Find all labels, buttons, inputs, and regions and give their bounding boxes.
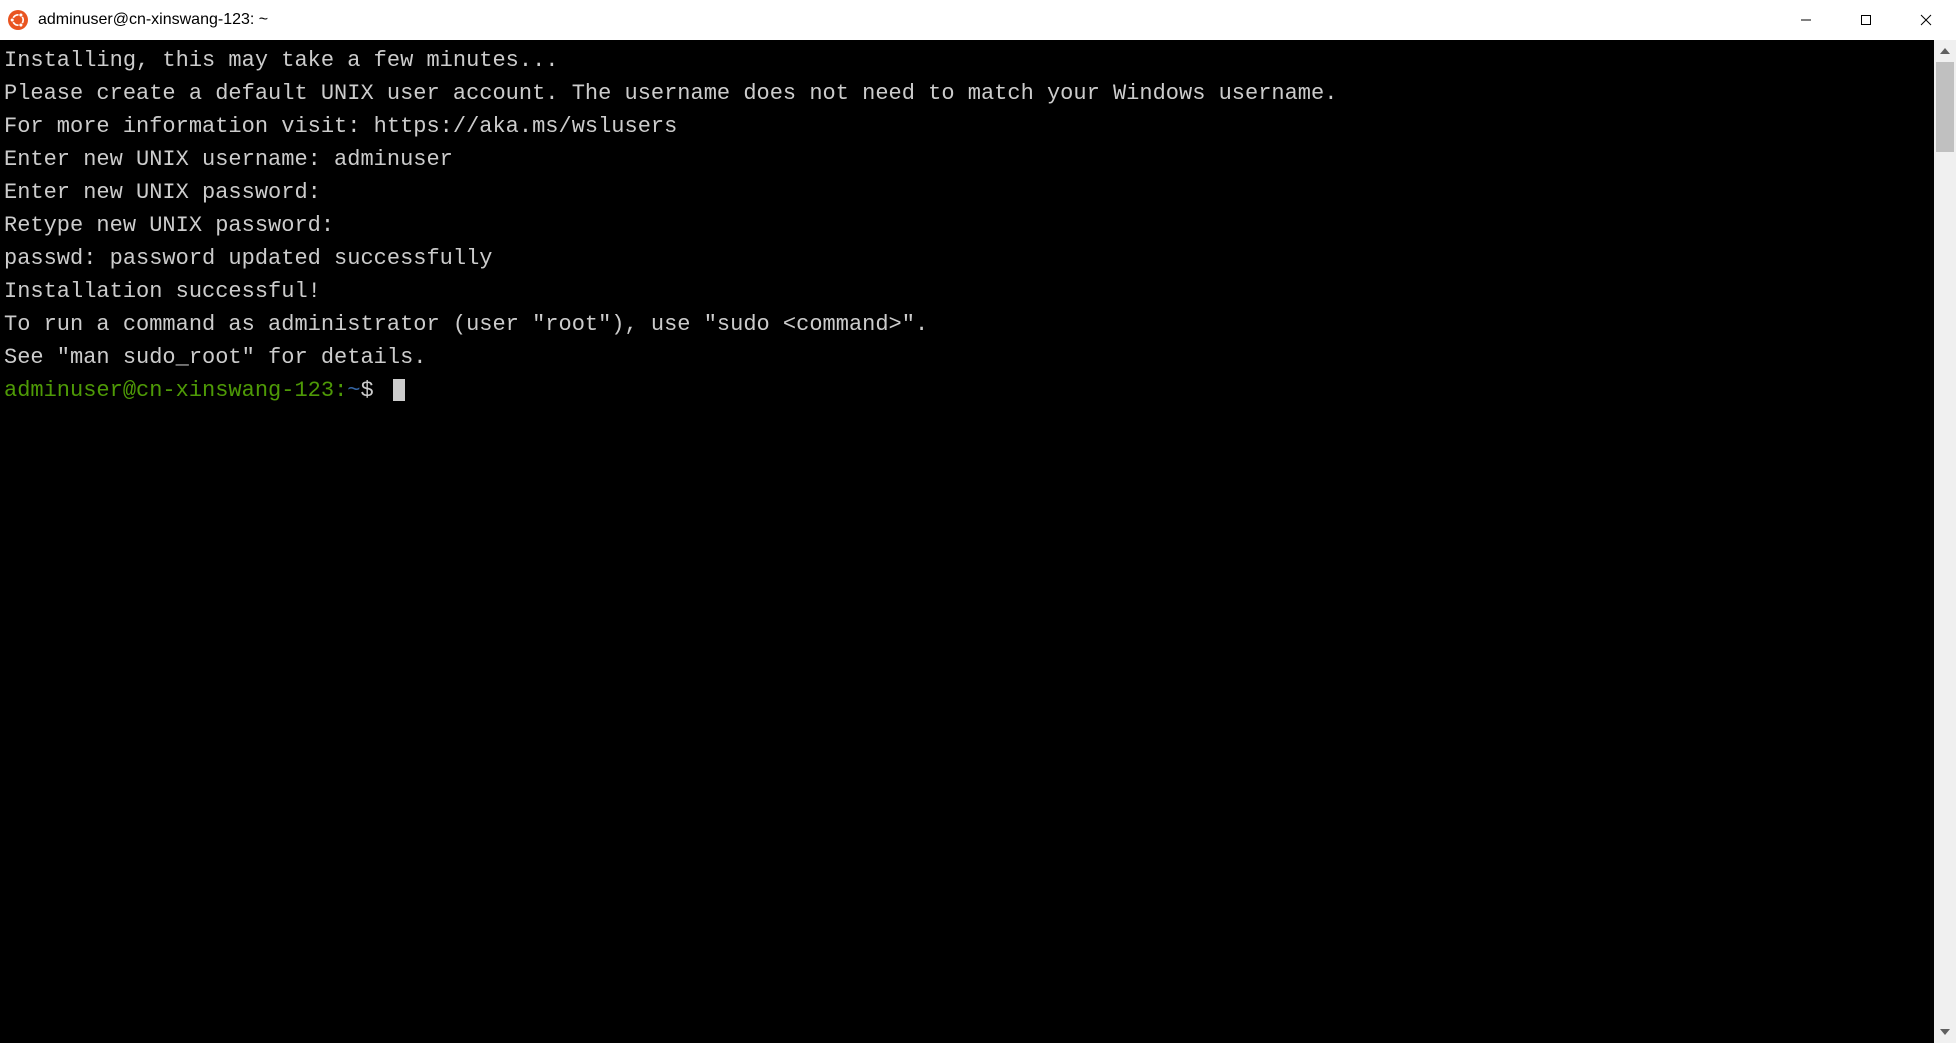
close-button[interactable] bbox=[1896, 0, 1956, 40]
titlebar: adminuser@cn-xinswang-123: ~ bbox=[0, 0, 1956, 40]
terminal-line: Installation successful! bbox=[4, 275, 1930, 308]
scrollbar[interactable] bbox=[1934, 40, 1956, 1043]
terminal-line: To run a command as administrator (user … bbox=[4, 308, 1930, 341]
terminal-wrapper: Installing, this may take a few minutes.… bbox=[0, 40, 1956, 1043]
terminal-line: Retype new UNIX password: bbox=[4, 209, 1930, 242]
terminal[interactable]: Installing, this may take a few minutes.… bbox=[0, 40, 1934, 1043]
terminal-line: Enter new UNIX username: adminuser bbox=[4, 143, 1930, 176]
scroll-track[interactable] bbox=[1934, 62, 1956, 1021]
terminal-line: Enter new UNIX password: bbox=[4, 176, 1930, 209]
terminal-line: For more information visit: https://aka.… bbox=[4, 110, 1930, 143]
terminal-line: See "man sudo_root" for details. bbox=[4, 341, 1930, 374]
terminal-line: passwd: password updated successfully bbox=[4, 242, 1930, 275]
scroll-up-arrow[interactable] bbox=[1934, 40, 1956, 62]
prompt-symbol: $ bbox=[360, 378, 386, 403]
minimize-button[interactable] bbox=[1776, 0, 1836, 40]
scroll-thumb[interactable] bbox=[1936, 62, 1954, 152]
prompt-colon: : bbox=[334, 378, 347, 403]
prompt-path: ~ bbox=[347, 378, 360, 403]
scroll-down-arrow[interactable] bbox=[1934, 1021, 1956, 1043]
terminal-cursor bbox=[393, 379, 405, 401]
window-title: adminuser@cn-xinswang-123: ~ bbox=[38, 11, 1776, 29]
prompt-user-host: adminuser@cn-xinswang-123 bbox=[4, 378, 334, 403]
terminal-prompt: adminuser@cn-xinswang-123:~$ bbox=[4, 374, 1930, 407]
maximize-button[interactable] bbox=[1836, 0, 1896, 40]
terminal-line: Installing, this may take a few minutes.… bbox=[4, 44, 1930, 77]
terminal-line: Please create a default UNIX user accoun… bbox=[4, 77, 1930, 110]
window-controls bbox=[1776, 0, 1956, 40]
ubuntu-icon bbox=[8, 10, 28, 30]
